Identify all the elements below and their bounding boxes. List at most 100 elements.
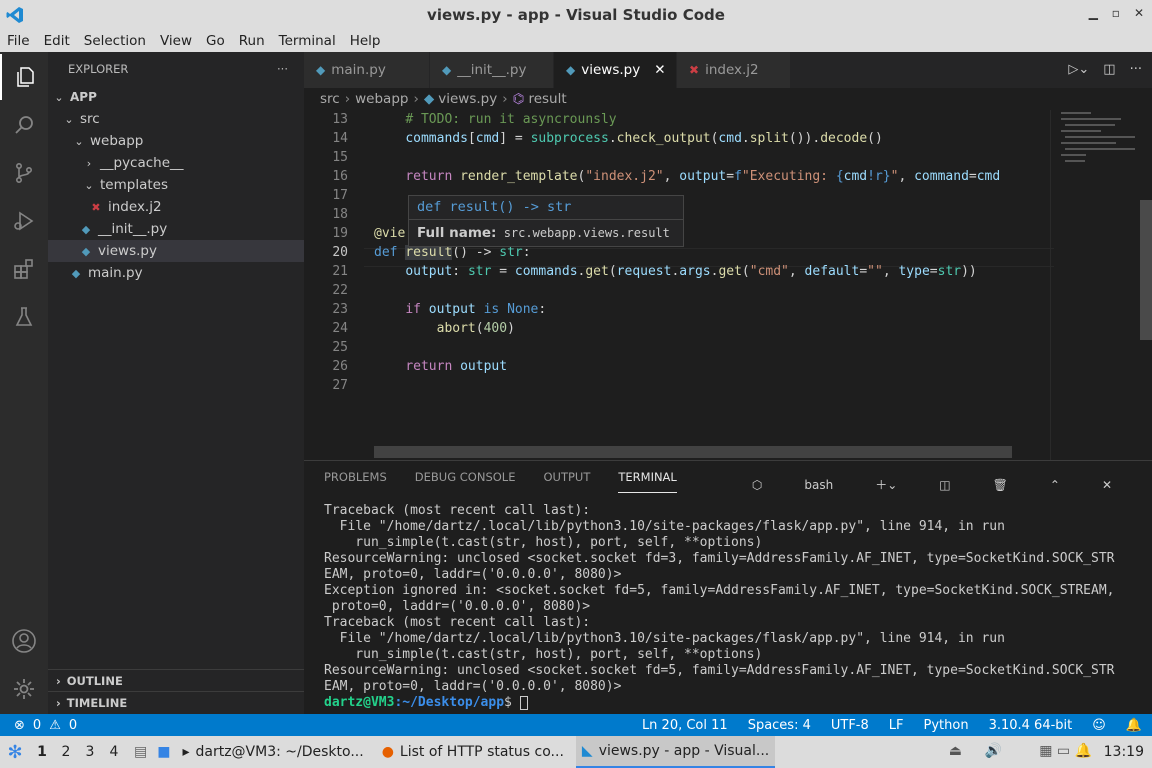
vertical-scrollbar[interactable] — [1140, 200, 1152, 340]
terminal-line: Exception ignored in: <socket.socket fd=… — [324, 583, 1115, 598]
breadcrumb-file[interactable]: views.py — [438, 91, 497, 107]
python-file-icon: ◆ — [81, 222, 91, 236]
line-number: 17 — [332, 188, 348, 203]
file-views-py[interactable]: ◆ views.py — [48, 240, 304, 262]
folder-app[interactable]: ⌄ APP — [48, 86, 304, 108]
workspace-4[interactable]: 4 — [102, 744, 126, 760]
tab-output[interactable]: OUTPUT — [543, 461, 590, 493]
run-debug-icon[interactable] — [0, 198, 48, 244]
terminal-line: EAM, proto=0, laddr=('0.0.0.0', 8080)> — [324, 567, 622, 582]
tab-debug-console[interactable]: DEBUG CONSOLE — [415, 461, 516, 493]
more-actions-icon[interactable]: ··· — [1130, 62, 1142, 77]
warning-count[interactable]: 0 — [69, 718, 77, 733]
timeline-section[interactable]: › TIMELINE — [48, 691, 304, 713]
menu-terminal[interactable]: Terminal — [272, 33, 343, 49]
prompt-path: :~/Desktop/app — [394, 695, 505, 710]
task-vscode[interactable]: ◣ views.py - app - Visual... — [575, 736, 776, 768]
file-init-py[interactable]: ◆ __init__.py — [48, 218, 304, 240]
bottom-panel: PROBLEMS DEBUG CONSOLE OUTPUT TERMINAL ⬡… — [304, 460, 1152, 714]
line-number: 22 — [332, 283, 348, 298]
search-icon[interactable] — [0, 102, 48, 148]
terminal-cursor — [519, 695, 528, 710]
maximize-panel-icon[interactable]: ⌃ — [1050, 469, 1060, 501]
more-actions-icon[interactable]: ··· — [277, 62, 288, 76]
close-tab-icon[interactable]: ✕ — [654, 62, 665, 78]
menu-view[interactable]: View — [153, 33, 199, 49]
breadcrumb-webapp[interactable]: webapp — [355, 91, 408, 107]
file-index-j2[interactable]: ✖ index.j2 — [48, 196, 304, 218]
workspace-3[interactable]: 3 — [78, 744, 102, 760]
horizontal-scrollbar[interactable] — [374, 446, 1012, 458]
tab-problems[interactable]: PROBLEMS — [324, 461, 387, 493]
file-manager-icon[interactable]: ▤ — [134, 744, 147, 760]
tab-views-py[interactable]: ◆ views.py ✕ — [554, 52, 677, 88]
new-terminal-icon[interactable]: ＋⌄ — [875, 469, 897, 501]
menu-edit[interactable]: Edit — [37, 33, 77, 49]
tab-index-j2[interactable]: ✖ index.j2 — [677, 52, 791, 88]
file-label: index.j2 — [108, 199, 162, 215]
tab-init-py[interactable]: ◆ __init__.py — [430, 52, 554, 88]
menu-help[interactable]: Help — [343, 33, 388, 49]
terminal-shell-name[interactable]: bash — [804, 469, 833, 501]
error-count[interactable]: 0 — [33, 718, 41, 733]
folder-webapp[interactable]: ⌄ webapp — [48, 130, 304, 152]
explorer-icon[interactable] — [0, 54, 48, 100]
cursor-position[interactable]: Ln 20, Col 11 — [642, 718, 728, 733]
run-file-icon[interactable]: ▷⌄ — [1068, 62, 1089, 77]
code-line: return render_template("index.j2", outpu… — [405, 169, 1001, 184]
close-panel-icon[interactable]: ✕ — [1102, 469, 1112, 501]
minimap[interactable] — [1050, 110, 1150, 460]
menu-selection[interactable]: Selection — [77, 33, 153, 49]
maximize-icon[interactable]: ▫ — [1112, 6, 1120, 20]
workspace-1[interactable]: 1 — [30, 744, 54, 760]
desktop-icon[interactable]: ■ — [157, 744, 170, 760]
tray-icons[interactable]: ▦ ▭ 🔔 — [1039, 743, 1092, 759]
breadcrumb-symbol[interactable]: result — [528, 91, 566, 107]
extensions-icon[interactable] — [0, 246, 48, 292]
minimize-icon[interactable]: ▁ — [1089, 6, 1098, 20]
settings-gear-icon[interactable] — [0, 666, 48, 712]
language-mode[interactable]: Python — [924, 718, 969, 733]
warning-icon[interactable]: ⚠ — [49, 718, 61, 733]
workspace-2[interactable]: 2 — [54, 744, 78, 760]
clock[interactable]: 13:19 — [1104, 744, 1144, 760]
split-editor-icon[interactable]: ◫ — [1103, 62, 1115, 77]
folder-src[interactable]: ⌄ src — [48, 108, 304, 130]
breadcrumb-src[interactable]: src — [320, 91, 340, 107]
start-menu-icon[interactable]: ✻ — [0, 742, 30, 763]
outline-section[interactable]: › OUTLINE — [48, 669, 304, 691]
eject-icon[interactable]: ⏏ — [949, 743, 962, 759]
split-terminal-icon[interactable]: ◫ — [939, 469, 950, 501]
notifications-bell-icon[interactable]: 🔔 — [1126, 718, 1142, 733]
tab-terminal[interactable]: TERMINAL — [618, 461, 677, 493]
task-terminal[interactable]: ▸ dartz@VM3: ~/Deskto... — [176, 736, 369, 768]
feedback-icon[interactable]: ☺ — [1092, 718, 1106, 733]
encoding[interactable]: UTF-8 — [831, 718, 869, 733]
folder-templates[interactable]: ⌄ templates — [48, 174, 304, 196]
account-icon[interactable] — [0, 618, 48, 664]
close-window-icon[interactable]: ✕ — [1134, 6, 1144, 20]
python-file-icon: ◆ — [566, 63, 576, 77]
menu-file[interactable]: File — [0, 33, 37, 49]
hover-tooltip: def result() -> str Full name: src.webap… — [408, 195, 684, 247]
testing-icon[interactable] — [0, 294, 48, 340]
terminal-line: EAM, proto=0, laddr=('0.0.0.0', 8080)> — [324, 679, 622, 694]
task-firefox[interactable]: ● List of HTTP status co... — [376, 736, 570, 768]
trash-icon[interactable]: 🗑 — [993, 469, 1008, 501]
breadcrumb: src › webapp › ◆ views.py › ⌬ result — [304, 88, 1152, 110]
folder-pycache[interactable]: › __pycache__ — [48, 152, 304, 174]
indentation[interactable]: Spaces: 4 — [748, 718, 811, 733]
menu-go[interactable]: Go — [199, 33, 232, 49]
error-icon[interactable]: ⊗ — [14, 718, 25, 733]
python-interpreter[interactable]: 3.10.4 64-bit — [989, 718, 1073, 733]
source-control-icon[interactable] — [0, 150, 48, 196]
volume-icon[interactable]: 🔊 — [985, 743, 1002, 759]
terminal-shell-icon: ⬡ — [751, 478, 763, 492]
tab-main-py[interactable]: ◆ main.py — [304, 52, 430, 88]
code-editor[interactable]: 13 14 15 16 17 18 19 20 21 22 23 24 25 2… — [304, 110, 1152, 460]
terminal-output[interactable]: Traceback (most recent call last): File … — [304, 493, 1152, 711]
line-number: 19 — [332, 226, 348, 241]
end-of-line[interactable]: LF — [889, 718, 904, 733]
file-main-py[interactable]: ◆ main.py — [48, 262, 304, 284]
menu-run[interactable]: Run — [232, 33, 272, 49]
